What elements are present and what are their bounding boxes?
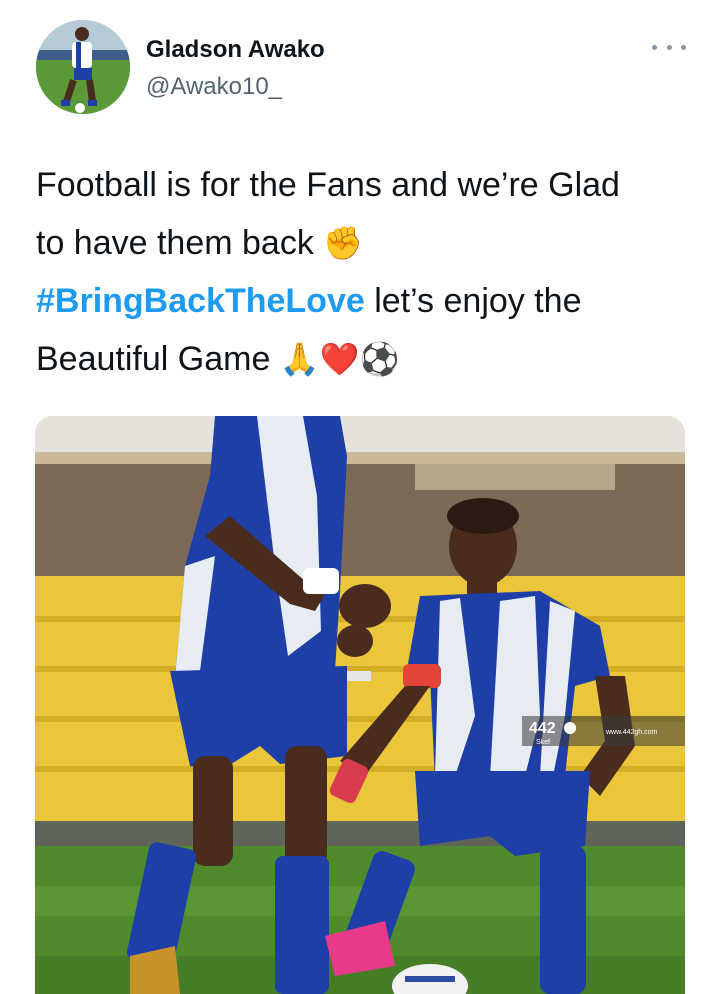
watermark-url: www.442gh.com <box>605 729 658 736</box>
tweet-line-text: Football is for the Fans and we’re Glad <box>36 166 620 204</box>
watermark-brand: 442 <box>529 720 556 737</box>
more-dot <box>652 44 657 50</box>
tweet-line-text: to have them back <box>36 224 314 262</box>
football-players-photo: 442 Skef www.442gh.com <box>35 416 685 994</box>
folded-hands-emoji-icon: 🙏 <box>279 340 320 378</box>
author-avatar[interactable] <box>36 20 130 114</box>
more-dot <box>681 44 686 50</box>
tweet-media-photo[interactable]: 442 Skef www.442gh.com <box>35 416 685 994</box>
tweet-line: Beautiful Game 🙏❤️⚽ <box>36 330 696 388</box>
tweet-line-text: let’s enjoy the <box>364 282 582 320</box>
tweet-text: Football is for the Fans and we’re Glad … <box>36 156 696 388</box>
tweet-line: Football is for the Fans and we’re Glad <box>36 156 696 214</box>
author-handle[interactable]: @Awako10_ <box>146 73 282 101</box>
author-display-name[interactable]: Gladson Awako <box>146 36 325 64</box>
tweet-line: to have them back ✊ <box>36 214 696 272</box>
hashtag-link[interactable]: #BringBackTheLove <box>36 282 365 320</box>
avatar-photo <box>36 20 130 114</box>
more-dot <box>666 44 672 50</box>
soccer-ball-emoji-icon: ⚽ <box>359 340 400 378</box>
red-heart-emoji-icon: ❤️ <box>319 340 360 378</box>
tweet-line-text: Beautiful Game <box>36 340 271 378</box>
more-horizontal-icon[interactable] <box>652 38 686 56</box>
tweet-line: #BringBackTheLove let’s enjoy the <box>36 272 696 330</box>
raised-fist-emoji-icon: ✊ <box>323 224 364 262</box>
watermark-sub: Skef <box>536 739 550 746</box>
